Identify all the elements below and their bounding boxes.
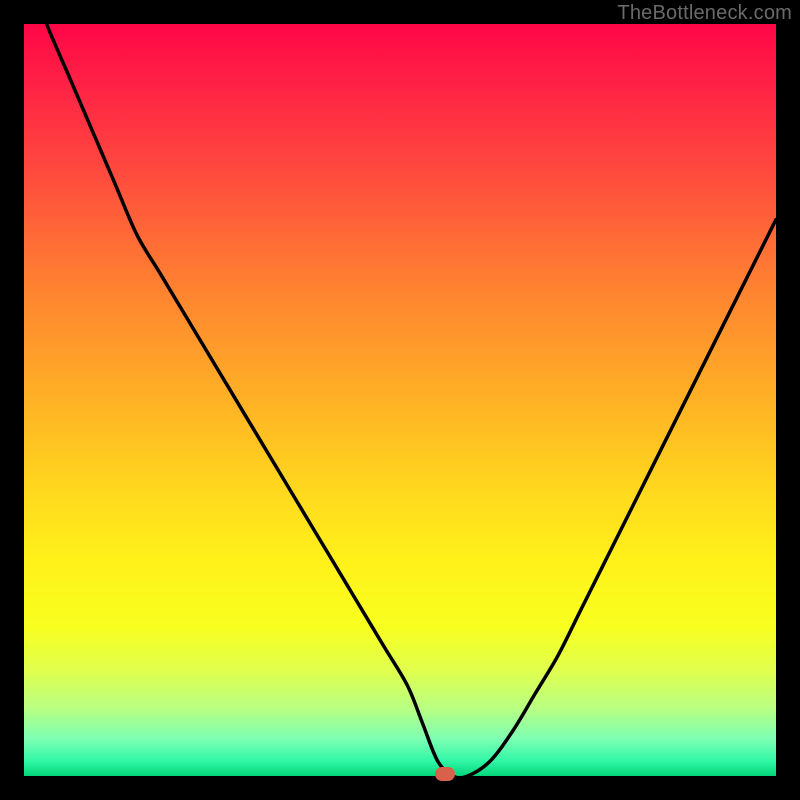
stage: TheBottleneck.com [0,0,800,800]
minimum-marker [435,767,455,781]
watermark-label: TheBottleneck.com [617,2,792,25]
bottleneck-curve [24,24,776,776]
